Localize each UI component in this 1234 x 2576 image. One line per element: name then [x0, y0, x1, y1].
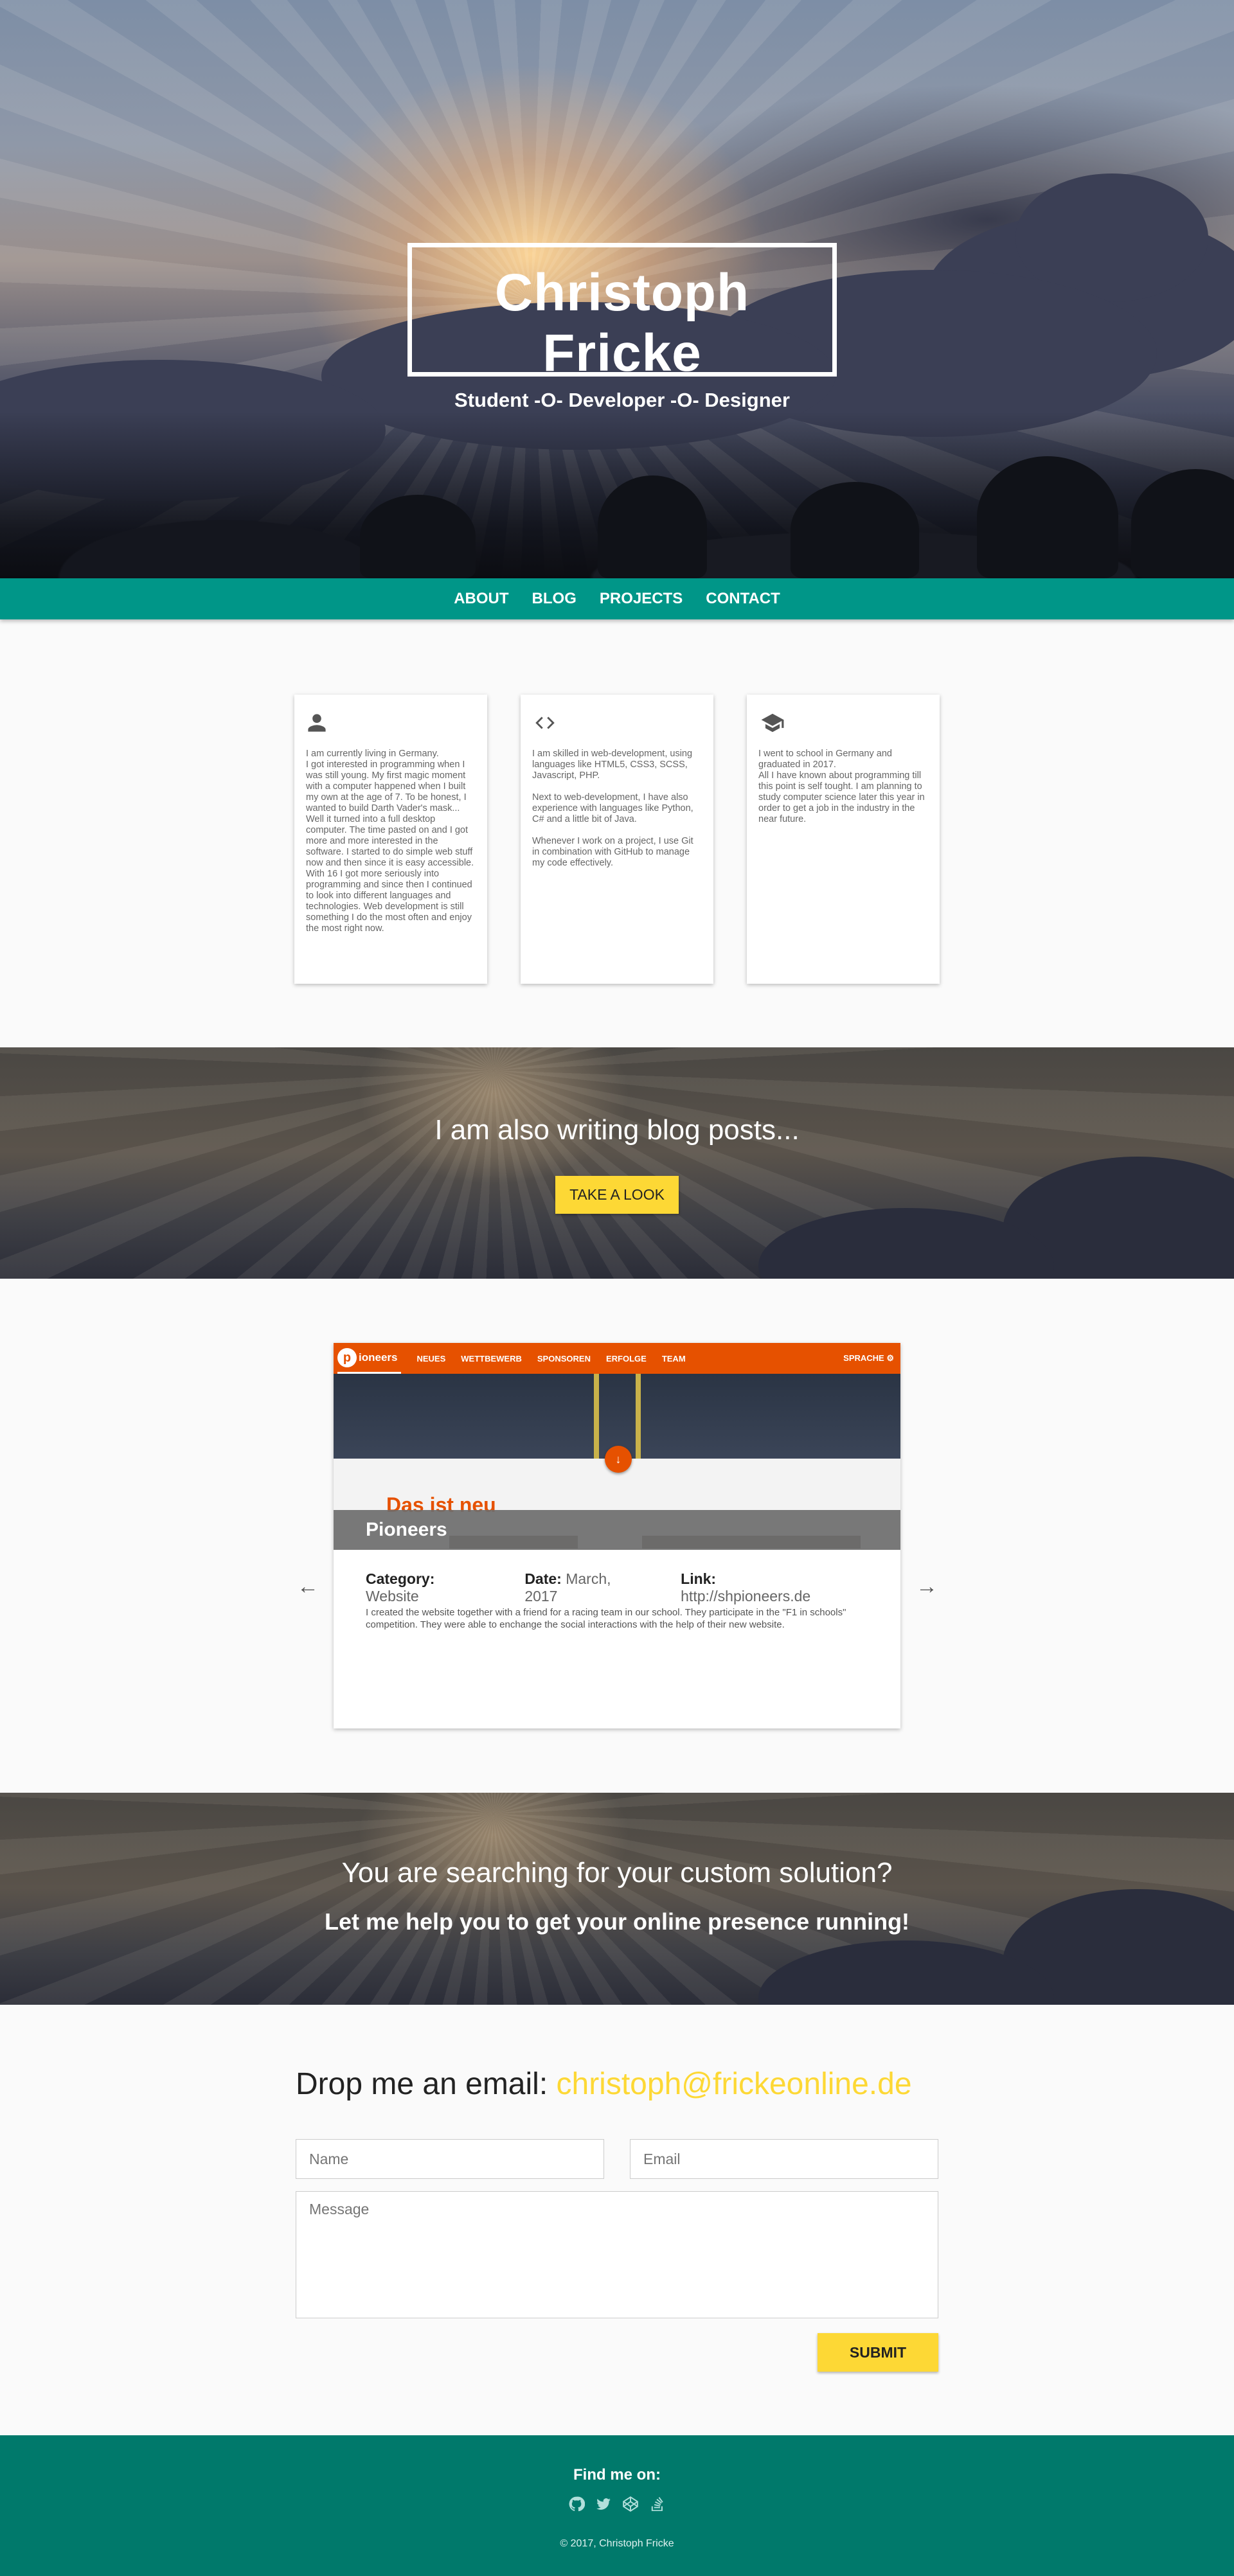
- email-field[interactable]: [630, 2139, 938, 2179]
- footer: Find me on: © 2017, Christoph Fricke: [0, 2435, 1234, 2576]
- screenshot-nav-item: ERFOLGE: [605, 1353, 647, 1364]
- name-field[interactable]: [296, 2139, 604, 2179]
- screenshot-nav-item: WETTBEWERB: [461, 1353, 522, 1364]
- nav-blog[interactable]: BLOG: [532, 590, 577, 608]
- screenshot-nav-item: TEAM: [661, 1353, 686, 1364]
- github-icon[interactable]: [568, 2496, 585, 2512]
- prev-arrow-icon[interactable]: ←: [297, 1574, 319, 1599]
- project-card: p ioneers NEUES WETTBEWERB SPONSOREN ERF…: [334, 1343, 900, 1728]
- logo-text: ioneers: [359, 1351, 398, 1364]
- stackoverflow-icon[interactable]: [649, 2496, 666, 2512]
- codepen-icon[interactable]: [622, 2496, 639, 2512]
- tree: [598, 475, 707, 578]
- tree: [791, 482, 919, 578]
- link-value[interactable]: http://shpioneers.de: [681, 1588, 810, 1604]
- submit-button[interactable]: SUBMIT: [818, 2333, 938, 2372]
- project-link: Link: http://shpioneers.de: [681, 1570, 844, 1605]
- contact-heading-text: Drop me an email:: [296, 2067, 557, 2101]
- screenshot-fab: ↓: [605, 1446, 632, 1473]
- tree: [977, 456, 1118, 578]
- logo-letter: p: [337, 1347, 357, 1367]
- nav-about[interactable]: ABOUT: [454, 590, 508, 608]
- main-nav: ABOUT BLOG PROJECTS CONTACT: [0, 578, 1234, 619]
- contact-heading: Drop me an email: christoph@frickeonline…: [296, 2066, 912, 2102]
- hero-title: Christoph Fricke: [494, 263, 750, 382]
- category-value: Website: [366, 1588, 419, 1604]
- graduation-cap-icon: [758, 709, 928, 737]
- link-label: Link:: [681, 1570, 717, 1587]
- social-links: [0, 2496, 1234, 2512]
- about-card-location: I am currently living in Germany. I got …: [294, 695, 487, 984]
- code-icon: [532, 709, 702, 737]
- screenshot-language: SPRACHE ⚙: [843, 1353, 894, 1363]
- about-section: I am currently living in Germany. I got …: [0, 619, 1234, 1047]
- screenshot-nav: p ioneers NEUES WETTBEWERB SPONSOREN ERF…: [334, 1343, 900, 1374]
- category-label: Category:: [366, 1570, 435, 1587]
- date-label: Date:: [524, 1570, 562, 1587]
- tree: [360, 495, 476, 578]
- about-card-text: I am currently living in Germany. I got …: [306, 749, 474, 934]
- nav-contact[interactable]: CONTACT: [706, 590, 780, 608]
- find-me-label: Find me on:: [573, 2466, 661, 2483]
- hero-section: Christoph Fricke Student -O- Developer -…: [0, 0, 1234, 578]
- about-card-text: I am skilled in web-development, using l…: [532, 749, 693, 868]
- about-card-education: I went to school in Germany and graduate…: [747, 695, 940, 984]
- hero-subtitle: Student -O- Developer -O- Designer: [454, 389, 790, 411]
- blog-banner: I am also writing blog posts... TAKE A L…: [0, 1047, 1234, 1279]
- projects-section: ← p ioneers NEUES WETTBEWERB SPONSOREN E…: [0, 1279, 1234, 1793]
- contact-section: Drop me an email: christoph@frickeonline…: [0, 2005, 1234, 2435]
- solution-subheading: Let me help you to get your online prese…: [324, 1908, 910, 1935]
- message-field[interactable]: [296, 2191, 938, 2318]
- project-meta: Category: Website Date: March, 2017 Link…: [366, 1570, 881, 1605]
- road-line: [636, 1374, 641, 1459]
- person-icon: [306, 709, 476, 737]
- twitter-icon[interactable]: [595, 2496, 612, 2512]
- screenshot-nav-item: SPONSOREN: [537, 1353, 591, 1364]
- screenshot-nav-item: NEUES: [416, 1353, 446, 1364]
- take-a-look-button[interactable]: TAKE A LOOK: [555, 1176, 679, 1214]
- about-card-text: I went to school in Germany and graduate…: [758, 749, 925, 824]
- about-card-skills: I am skilled in web-development, using l…: [521, 695, 713, 984]
- hero-title-box: Christoph Fricke Student -O- Developer -…: [407, 243, 837, 411]
- solution-heading: You are searching for your custom soluti…: [341, 1857, 893, 1888]
- pioneers-logo: p ioneers: [337, 1343, 402, 1374]
- next-arrow-icon[interactable]: →: [916, 1574, 938, 1599]
- blog-banner-heading: I am also writing blog posts...: [434, 1114, 800, 1146]
- solution-banner: You are searching for your custom soluti…: [0, 1793, 1234, 2005]
- road-line: [594, 1374, 599, 1459]
- nav-projects[interactable]: PROJECTS: [600, 590, 683, 608]
- copyright: © 2017, Christoph Fricke: [560, 2538, 674, 2549]
- contact-email-link[interactable]: christoph@frickeonline.de: [557, 2067, 912, 2101]
- project-title: Pioneers: [334, 1510, 900, 1550]
- project-category: Category: Website: [366, 1570, 487, 1605]
- project-date: Date: March, 2017: [524, 1570, 643, 1605]
- project-description: I created the website together with a fr…: [366, 1607, 846, 1630]
